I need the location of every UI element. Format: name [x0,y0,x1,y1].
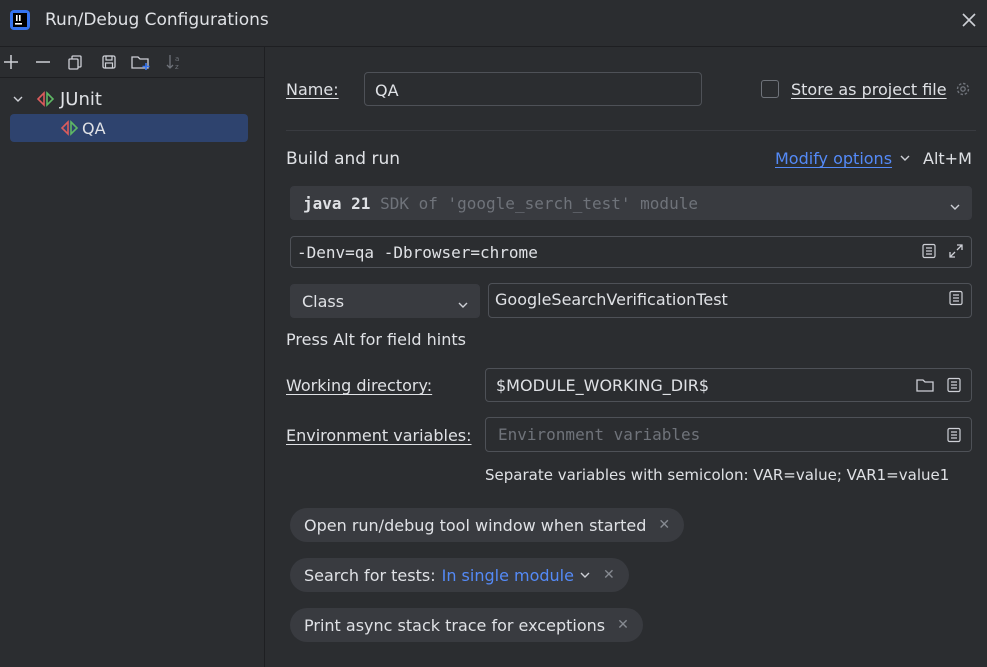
close-icon[interactable] [957,8,981,32]
environment-variables-input[interactable]: Environment variables [485,417,972,452]
close-icon[interactable]: ✕ [617,617,629,633]
tree-group-label: JUnit [60,88,102,110]
store-as-project-checkbox[interactable] [761,80,779,98]
modify-options-shortcut: Alt+M [923,149,972,168]
jdk-version: java 21 [303,194,371,213]
tree-item-qa[interactable]: QA [60,114,106,142]
toolbar-divider [0,77,264,78]
close-icon[interactable]: ✕ [658,517,670,533]
environment-variables-label: Environment variables: [286,426,472,445]
chip-label: Search for tests: [304,565,436,585]
class-input[interactable]: GoogleSearchVerificationTest [488,283,972,318]
class-value: GoogleSearchVerificationTest [495,290,728,309]
jdk-select[interactable]: java 21 SDK of 'google_serch_test' modul… [290,186,972,220]
chip-open-tool-window[interactable]: Open run/debug tool window when started … [290,508,685,542]
section-title: Build and run [286,149,401,169]
dialog-title: Run/Debug Configurations [45,10,269,30]
test-kind-select[interactable]: Class [290,284,480,318]
name-value: QA [375,81,399,100]
remove-icon[interactable] [32,51,54,73]
intellij-app-icon [10,10,30,30]
close-icon[interactable]: ✕ [603,567,615,583]
modify-options-link[interactable]: Modify options [775,149,911,168]
browse-list-icon[interactable] [946,288,966,308]
chip-label: Open run/debug tool window when started [304,515,647,535]
store-as-project-label[interactable]: Store as project file [791,80,947,99]
sort-icon[interactable]: az [163,51,185,73]
tree-toolbar: az [0,47,264,77]
gear-icon[interactable] [953,79,973,99]
jdk-description: SDK of 'google_serch_test' module [380,194,698,213]
edit-env-list-icon[interactable] [944,425,964,445]
chevron-down-icon [457,296,469,315]
environment-variables-hint: Separate variables with semicolon: VAR=v… [485,466,950,484]
add-icon[interactable] [0,51,22,73]
copy-icon[interactable] [64,51,86,73]
environment-variables-placeholder: Environment variables [498,425,701,444]
search-scope-value[interactable]: In single module [442,566,574,585]
new-folder-icon[interactable] [130,51,152,73]
tree-item-label: QA [82,118,106,138]
svg-text:z: z [175,63,179,71]
expand-text-icon[interactable] [919,241,939,261]
working-directory-input[interactable]: $MODULE_WORKING_DIR$ [485,368,972,402]
junit-icon [36,91,56,107]
junit-config-icon [60,120,80,136]
chevron-down-icon[interactable] [12,93,28,105]
name-input[interactable]: QA [364,72,702,106]
chip-label: Print async stack trace for exceptions [304,615,606,635]
chip-async-stack-trace[interactable]: Print async stack trace for exceptions ✕ [290,608,643,642]
maximize-icon[interactable] [946,241,966,261]
tree-group-junit[interactable]: JUnit [12,85,102,113]
section-divider [286,130,976,131]
chevron-down-icon [949,198,961,217]
working-directory-value: $MODULE_WORKING_DIR$ [496,376,710,395]
test-kind-value: Class [302,292,345,311]
vm-options-input[interactable]: -Denv=qa -Dbrowser=chrome [290,236,972,268]
name-label: Name: [286,80,339,99]
svg-text:a: a [175,55,179,63]
chevron-down-icon[interactable] [579,569,591,581]
panel-divider [264,47,265,667]
title-bar: Run/Debug Configurations [0,0,987,44]
field-hints-text: Press Alt for field hints [286,330,466,349]
vm-options-value: -Denv=qa -Dbrowser=chrome [297,243,538,262]
chip-search-for-tests[interactable]: Search for tests: In single module ✕ [290,558,629,592]
macros-list-icon[interactable] [944,375,964,395]
working-directory-label: Working directory: [286,376,433,395]
tree-selection-highlight [10,114,248,142]
configurations-tree-panel: az JUnit QA [0,47,264,667]
save-icon[interactable] [98,51,120,73]
folder-icon[interactable] [914,375,936,395]
